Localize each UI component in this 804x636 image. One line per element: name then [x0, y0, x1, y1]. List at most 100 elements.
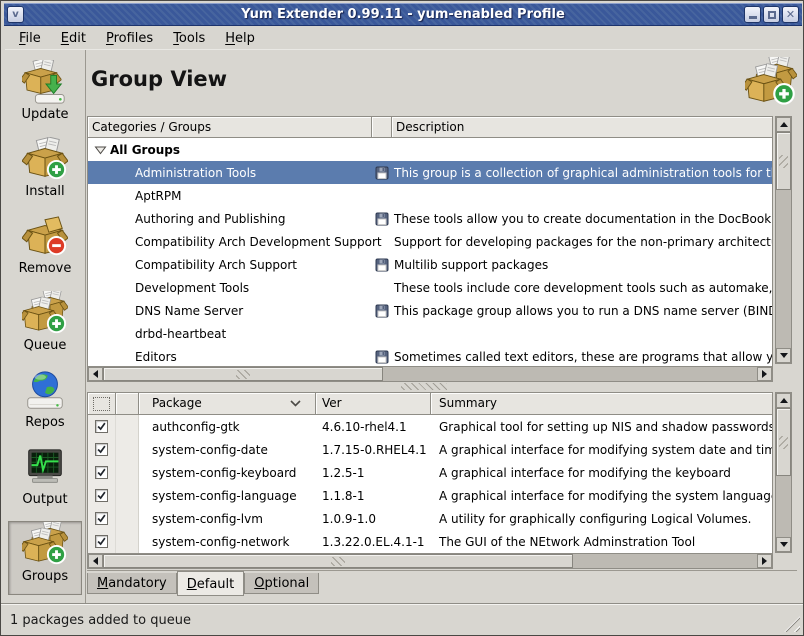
group-row[interactable]: Administration Tools This group is a col… [88, 161, 772, 184]
titlebar[interactable]: v Yum Extender 0.99.11 - yum-enabled Pro… [4, 3, 802, 26]
scroll-up-button[interactable] [776, 117, 791, 132]
row-checkbox[interactable] [95, 489, 108, 502]
sidebar-item-output[interactable]: Output [8, 444, 82, 518]
scroll-trough[interactable] [776, 476, 791, 537]
column-header-description[interactable]: Description [392, 117, 772, 137]
groups-hscrollbar[interactable] [87, 366, 773, 382]
group-name: drbd-heartbeat [110, 327, 226, 341]
sidebar-item-install[interactable]: Install [8, 136, 82, 210]
package-row[interactable]: system-config-date 1.7.15-0.RHEL4.1 A gr… [88, 438, 772, 461]
group-name-cell: drbd-heartbeat [88, 327, 372, 341]
groups-hscroll-thumb[interactable] [103, 367, 383, 381]
tab[interactable]: Default [177, 571, 245, 596]
close-button[interactable]: ✕ [782, 6, 799, 23]
scroll-left-button[interactable] [88, 554, 103, 568]
maximize-button[interactable] [763, 6, 780, 23]
group-icon-cell [372, 212, 392, 226]
menu-item[interactable]: Tools [163, 29, 215, 48]
package-row[interactable]: system-config-lvm 1.0.9-1.0 A utility fo… [88, 507, 772, 530]
pane-splitter-grip[interactable] [401, 383, 447, 390]
scroll-trough[interactable] [383, 367, 757, 381]
menu-item[interactable]: Help [215, 29, 265, 48]
group-name: AptRPM [110, 189, 181, 203]
scroll-trough[interactable] [776, 190, 791, 348]
floppy-icon [375, 258, 389, 272]
sidebar-item-repos[interactable]: Repos [8, 367, 82, 441]
group-row[interactable]: AptRPM [88, 184, 772, 207]
group-row[interactable]: Compatibility Arch Development Support S… [88, 230, 772, 253]
scroll-right-button[interactable] [757, 554, 772, 568]
package-row[interactable]: authconfig-gtk 4.6.10-rhel4.1 Graphical … [88, 415, 772, 438]
menu-item[interactable]: File [9, 29, 51, 48]
scroll-right-button[interactable] [757, 367, 772, 381]
package-version: 4.6.10-rhel4.1 [316, 420, 431, 434]
group-name-cell: Development Tools [88, 281, 372, 295]
sidebar-item-label: Groups [22, 569, 68, 584]
thumb-grip [331, 557, 345, 566]
column-header-select-all[interactable] [88, 393, 116, 414]
row-checkbox[interactable] [95, 535, 108, 548]
group-name-cell: Administration Tools [88, 166, 372, 180]
packages-hscrollbar[interactable] [87, 553, 773, 569]
menu-item[interactable]: Profiles [96, 29, 163, 48]
group-name: Authoring and Publishing [110, 212, 286, 226]
package-summary: The GUI of the NEtwork Adminstration Too… [431, 535, 772, 549]
package-row[interactable]: system-config-keyboard 1.2.5-1 A graphic… [88, 461, 772, 484]
row-checkbox[interactable] [95, 443, 108, 456]
sidebar: Update Install Remove Queue Repos Output… [5, 50, 86, 603]
package-status-cell [116, 438, 139, 461]
menu-item[interactable]: Edit [51, 29, 96, 48]
scroll-down-button[interactable] [776, 537, 791, 552]
group-row[interactable]: All Groups [88, 138, 772, 161]
group-name-cell: Compatibility Arch Support [88, 258, 372, 272]
output-icon [22, 445, 68, 491]
group-name: Editors [110, 350, 177, 364]
group-description: These tools include core development too… [392, 281, 772, 295]
packages-vscrollbar[interactable] [775, 392, 792, 553]
group-row[interactable]: drbd-heartbeat [88, 322, 772, 345]
group-row[interactable]: Editors Sometimes called text editors, t… [88, 345, 772, 366]
column-header-group-icon[interactable] [372, 117, 392, 137]
group-row[interactable]: DNS Name Server This package group allow… [88, 299, 772, 322]
scroll-trough[interactable] [573, 554, 757, 568]
group-row[interactable]: Development Tools These tools include co… [88, 276, 772, 299]
column-header-package[interactable]: Package [139, 393, 316, 414]
group-name: Compatibility Arch Support [110, 258, 297, 272]
arrow-up-icon [780, 398, 788, 403]
row-checkbox[interactable] [95, 466, 108, 479]
row-checkbox[interactable] [95, 512, 108, 525]
groups-vscrollbar[interactable] [775, 116, 792, 364]
minimize-button[interactable] [744, 6, 761, 23]
packages-hscroll-thumb[interactable] [103, 554, 573, 568]
sidebar-item-remove[interactable]: Remove [8, 213, 82, 287]
column-header-status[interactable] [116, 393, 139, 414]
sidebar-item-update[interactable]: Update [8, 59, 82, 133]
window-menu-button[interactable]: v [7, 6, 24, 23]
sidebar-item-queue[interactable]: Queue [8, 290, 82, 364]
package-row[interactable]: system-config-language 1.1.8-1 A graphic… [88, 484, 772, 507]
scroll-down-button[interactable] [776, 348, 791, 363]
group-icon-cell [372, 327, 392, 341]
column-header-summary[interactable]: Summary [431, 393, 772, 414]
column-header-categories[interactable]: Categories / Groups [88, 117, 372, 137]
scroll-left-button[interactable] [88, 367, 103, 381]
group-row[interactable]: Compatibility Arch Support Multilib supp… [88, 253, 772, 276]
row-checkbox[interactable] [95, 420, 108, 433]
package-version: 1.7.15-0.RHEL4.1 [316, 443, 431, 457]
groups-table-body: All Groups Administration Tools This gro… [87, 138, 773, 366]
expander-triangle-icon[interactable] [94, 145, 110, 155]
package-row[interactable]: system-config-network 1.3.22.0.EL.4.1-1 … [88, 530, 772, 553]
package-version: 1.2.5-1 [316, 466, 431, 480]
scroll-up-button[interactable] [776, 393, 791, 408]
packages-table-header: Package Ver Summary [87, 392, 773, 415]
group-icon-cell [372, 166, 392, 180]
arrow-left-icon [93, 557, 98, 565]
sidebar-item-groups[interactable]: Groups [8, 521, 82, 595]
column-header-ver[interactable]: Ver [316, 393, 431, 414]
tab[interactable]: Mandatory [87, 573, 177, 594]
tab[interactable]: Optional [244, 573, 319, 594]
group-row[interactable]: Authoring and Publishing These tools all… [88, 207, 772, 230]
sidebar-item-label: Update [21, 107, 68, 122]
packages-vscroll-thumb[interactable] [776, 408, 791, 476]
groups-vscroll-thumb[interactable] [776, 132, 791, 190]
